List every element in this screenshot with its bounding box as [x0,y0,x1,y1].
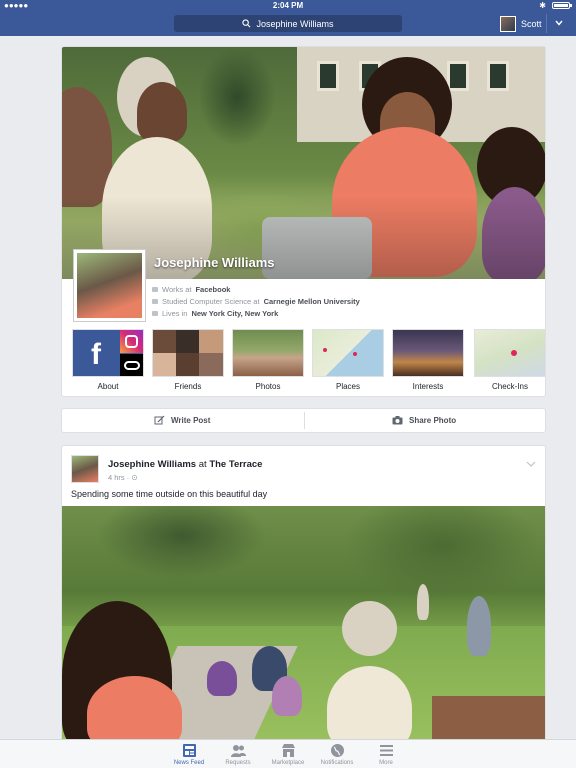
search-bar[interactable]: Josephine Williams [174,15,402,32]
post-timestamp: 4 hrs · ⊙ [108,473,138,482]
menu-icon [379,745,393,756]
write-post-button[interactable]: Write Post [154,409,210,432]
tab-marketplace[interactable]: Marketplace [263,743,313,766]
share-photo-button[interactable]: Share Photo [392,409,456,432]
divider [304,412,305,429]
post-author[interactable]: Josephine Williams [108,459,196,470]
globe-icon [330,744,344,757]
top-navigation-bar: ●●●●● 2:04 PM ✱ Josephine Williams Scott [0,0,576,36]
camera-icon [392,416,403,425]
cover-photo[interactable] [62,47,545,279]
post-author-avatar[interactable] [71,455,99,483]
post-header: Josephine Williams at The Terrace [108,459,263,470]
oculus-icon [120,354,143,376]
chevron-down-icon[interactable] [526,460,536,468]
tile-friends[interactable]: Friends [152,329,224,391]
tile-check-ins[interactable]: Check-Ins [474,329,545,391]
avatar [500,15,516,32]
briefcase-icon [152,287,158,292]
bottom-tab-bar: News Feed Requests Marketplace Notificat… [0,739,576,768]
tab-notifications[interactable]: Notifications [312,743,362,766]
news-feed-icon [182,744,196,757]
chevron-down-icon[interactable] [554,18,564,28]
map-pin-icon [353,352,357,356]
status-bar: ●●●●● 2:04 PM ✱ [0,0,576,11]
profile-card: Josephine Williams Works at Facebook Stu… [61,46,546,397]
location-info: Lives in New York City, New York [152,309,278,318]
facebook-icon: f [73,330,119,376]
instagram-icon [120,330,143,353]
post-place[interactable]: The Terrace [209,459,262,470]
post-text: Spending some time outside on this beaut… [71,489,268,499]
home-icon [152,311,158,316]
user-name: Scott [521,18,542,29]
tile-interests[interactable]: Interests [392,329,464,391]
tab-news-feed[interactable]: News Feed [164,743,214,766]
map-pin-icon [323,348,327,352]
post-photo[interactable] [62,506,545,749]
work-link[interactable]: Facebook [195,285,230,294]
tile-photos[interactable]: Photos [232,329,304,391]
map-pin-icon [511,350,517,356]
city-link[interactable]: New York City, New York [191,309,278,318]
profile-sections: f About Friends Photos Places Interests … [72,329,545,394]
clock: 2:04 PM [272,1,304,10]
divider [546,14,547,33]
search-text: Josephine Williams [256,18,334,29]
marketplace-icon [281,744,295,757]
composer-bar: Write Post Share Photo [61,408,546,433]
graduation-cap-icon [152,299,158,304]
feed-post: Josephine Williams at The Terrace 4 hrs … [61,445,546,750]
profile-name: Josephine Williams [154,255,275,270]
profile-picture[interactable] [74,250,145,321]
friend-requests-icon [230,745,246,757]
education-info: Studied Computer Science at Carnegie Mel… [152,297,360,306]
tab-more[interactable]: More [361,743,411,766]
school-link[interactable]: Carnegie Mellon University [264,297,360,306]
work-info: Works at Facebook [152,285,230,294]
pencil-icon [154,415,165,425]
profile-shortcut[interactable]: Scott [500,14,563,33]
battery-icon [552,2,572,9]
search-icon [242,19,251,28]
bluetooth-icon: ✱ [539,1,546,10]
tile-about[interactable]: f About [72,329,144,391]
tile-places[interactable]: Places [312,329,384,391]
tab-requests[interactable]: Requests [213,743,263,766]
